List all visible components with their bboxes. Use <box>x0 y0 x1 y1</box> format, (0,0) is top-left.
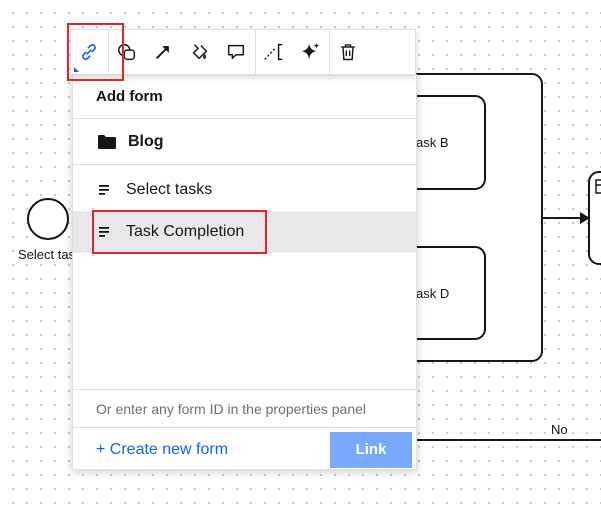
start-event-label: Select tas <box>18 247 76 262</box>
create-new-form-link[interactable]: + Create new form <box>73 441 228 459</box>
context-toolbar <box>70 29 416 75</box>
delete-button[interactable] <box>330 29 367 75</box>
arrow-icon <box>156 46 170 59</box>
flow-label-no: No <box>551 422 568 437</box>
link-button[interactable]: Link <box>330 431 412 468</box>
form-icon <box>99 227 111 237</box>
shapes-icon <box>117 43 135 61</box>
connect-button[interactable] <box>145 29 182 75</box>
start-event[interactable] <box>27 198 69 240</box>
color-button[interactable] <box>182 29 219 75</box>
comment-button[interactable] <box>218 29 255 75</box>
form-list: Select tasks Task Completion <box>73 165 416 253</box>
sparkle-icon <box>302 42 320 60</box>
form-icon <box>99 185 111 195</box>
link-form-button[interactable] <box>71 29 108 75</box>
popup-footer: + Create new form Link <box>73 427 416 471</box>
form-item-label: Select tasks <box>126 181 213 198</box>
task-b-label: ask B <box>416 135 449 150</box>
form-id-hint: Or enter any form ID in the properties p… <box>73 389 416 427</box>
form-item-task-completion[interactable]: Task Completion <box>73 211 416 253</box>
annotation-button[interactable] <box>256 29 293 75</box>
folder-label: Blog <box>128 132 164 150</box>
folder-row-blog[interactable]: Blog <box>73 119 416 165</box>
task-d-label: ask D <box>416 286 450 301</box>
paint-icon <box>192 44 207 60</box>
popup-title: Add form <box>73 75 416 119</box>
comment-icon <box>228 44 245 60</box>
task-right[interactable] <box>588 171 601 265</box>
add-form-popup: Add form Blog Select tasks Task Completi… <box>72 74 417 470</box>
change-type-button[interactable] <box>109 29 146 75</box>
link-icon <box>82 44 97 60</box>
annotation-icon <box>264 43 282 61</box>
form-item-label: Task Completion <box>126 223 245 240</box>
trash-icon <box>341 44 355 61</box>
ai-button[interactable] <box>292 29 329 75</box>
folder-icon <box>98 134 116 149</box>
form-item-select-tasks[interactable]: Select tasks <box>73 169 416 211</box>
